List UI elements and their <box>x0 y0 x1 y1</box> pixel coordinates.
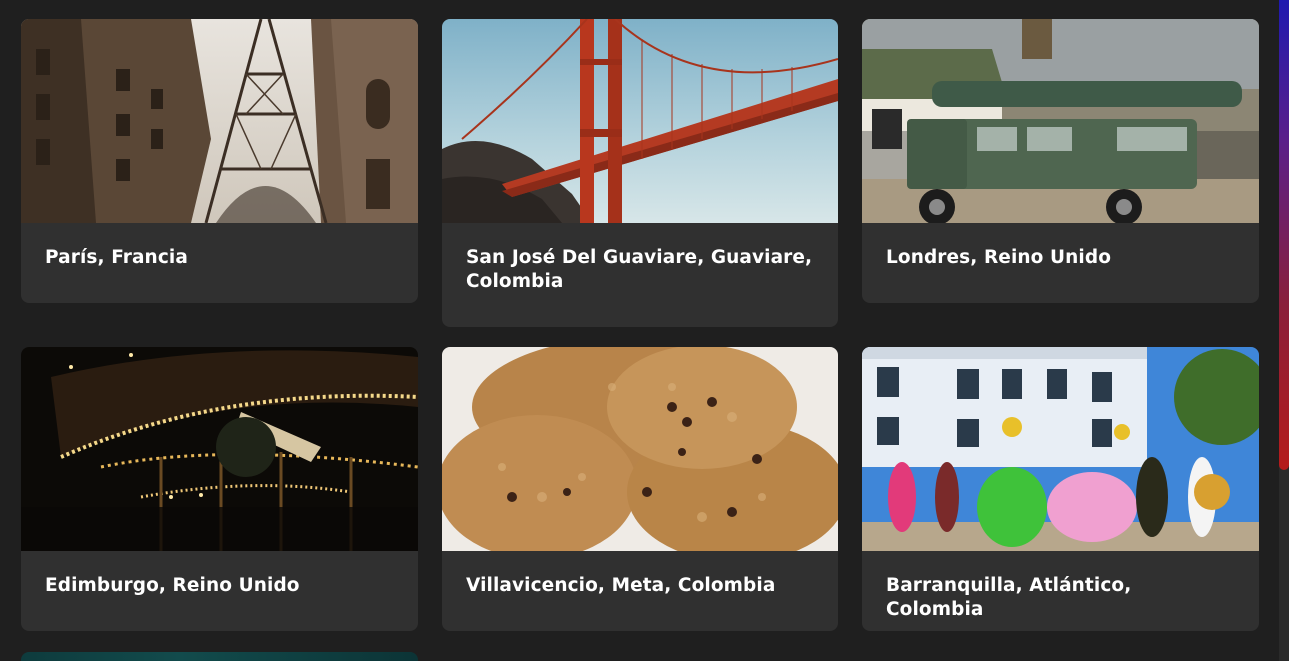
destination-label: Londres, Reino Unido <box>886 247 1112 268</box>
destination-label: París, Francia <box>45 247 188 268</box>
destination-label: Edimburgo, Reino Unido <box>45 575 300 596</box>
carousel-lights-photo <box>21 347 418 551</box>
destinations-page: París, Francia San José Del Guaviare, Gu… <box>0 0 1289 661</box>
destination-label: Barranquilla, Atlántico, Colombia <box>886 575 1132 620</box>
carnival-dancers-photo <box>862 347 1259 551</box>
green-land-rover-photo <box>862 19 1259 223</box>
scrollbar[interactable] <box>1279 0 1289 661</box>
destination-label: San José Del Guaviare, Guaviare, Colombi… <box>466 247 813 292</box>
red-suspension-bridge-photo <box>442 19 838 223</box>
destination-label: Villavicencio, Meta, Colombia <box>466 575 776 596</box>
scrollbar-thumb[interactable] <box>1279 0 1289 470</box>
destination-card-villavicencio[interactable]: Villavicencio, Meta, Colombia <box>442 347 838 631</box>
destination-card-partial[interactable] <box>21 652 418 661</box>
destinations-grid: París, Francia San José Del Guaviare, Gu… <box>21 19 1259 631</box>
destination-card-san-jose-del-guaviare[interactable]: San José Del Guaviare, Guaviare, Colombi… <box>442 19 838 327</box>
eiffel-tower-photo <box>21 19 418 223</box>
destination-card-barranquilla[interactable]: Barranquilla, Atlántico, Colombia <box>862 347 1259 631</box>
destination-card-paris[interactable]: París, Francia <box>21 19 418 303</box>
destination-card-edimburgo[interactable]: Edimburgo, Reino Unido <box>21 347 418 631</box>
destination-card-londres[interactable]: Londres, Reino Unido <box>862 19 1259 303</box>
oatmeal-cookies-photo <box>442 347 838 551</box>
